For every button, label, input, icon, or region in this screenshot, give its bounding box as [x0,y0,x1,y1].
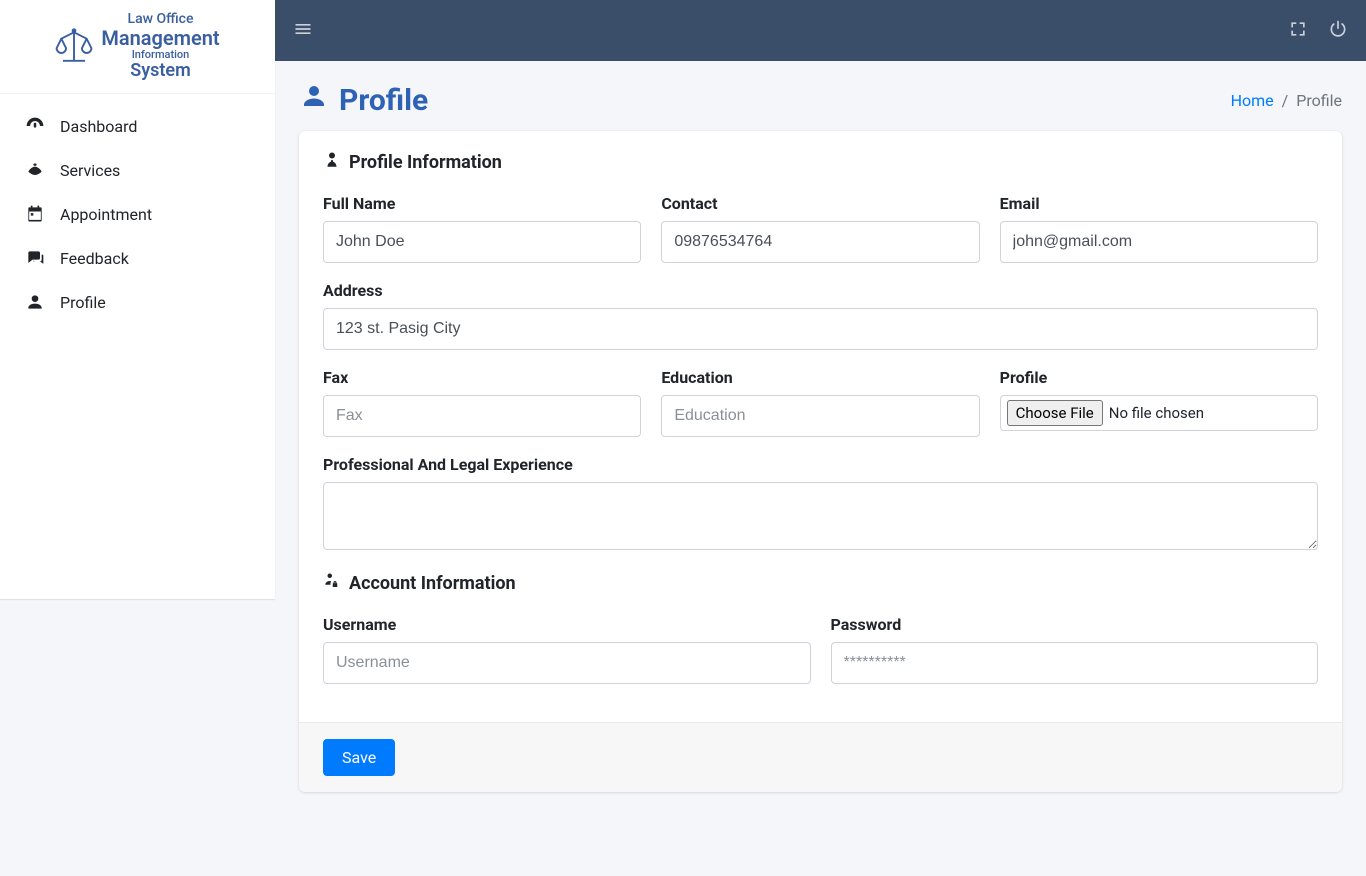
textarea-experience[interactable] [323,482,1318,550]
input-address[interactable] [323,308,1318,350]
brand[interactable]: Law Office Management Information System [0,0,275,94]
services-icon [24,160,46,180]
label-profile: Profile [1000,368,1318,387]
form-group-password: Password [831,615,1319,684]
content-header: Profile Home / Profile [275,61,1366,131]
topbar [275,0,1366,61]
input-contact[interactable] [661,221,979,263]
scales-icon [55,26,93,68]
sidebar-item-label: Appointment [60,205,152,224]
brand-text: Law Office Management Information System [101,12,219,81]
user-icon [299,81,329,119]
form-group-email: Email [1000,194,1318,263]
sidebar-item-dashboard[interactable]: Dashboard [0,104,275,148]
label-address: Address [323,281,1318,300]
breadcrumb: Home / Profile [1231,91,1342,110]
section-account-info: Account Information [323,572,1318,595]
sidebar-item-label: Profile [60,293,106,312]
input-username[interactable] [323,642,811,684]
power-icon[interactable] [1328,19,1348,43]
form-group-contact: Contact [661,194,979,263]
nav: Dashboard Services Appointment Feedback [0,94,275,334]
comments-icon [24,248,46,268]
label-password: Password [831,615,1319,634]
sidebar: Law Office Management Information System… [0,0,275,600]
form-group-education: Education [661,368,979,437]
save-button[interactable]: Save [323,739,395,776]
form-group-profile: Profile Choose File No file chosen [1000,368,1318,437]
breadcrumb-home[interactable]: Home [1231,91,1274,110]
fullscreen-icon[interactable] [1288,19,1308,43]
card-footer: Save [299,722,1342,792]
form-group-fax: Fax [323,368,641,437]
content: Profile Information Full Name Contact Em [275,131,1366,816]
input-fullname[interactable] [323,221,641,263]
dashboard-icon [24,116,46,136]
form-group-experience: Professional And Legal Experience [323,455,1318,554]
breadcrumb-sep: / [1282,91,1289,110]
sidebar-item-profile[interactable]: Profile [0,280,275,324]
user-tie-icon [323,151,341,174]
user-icon [24,292,46,312]
card: Profile Information Full Name Contact Em [299,131,1342,792]
menu-toggle-icon[interactable] [293,19,313,43]
sidebar-item-services[interactable]: Services [0,148,275,192]
form-group-fullname: Full Name [323,194,641,263]
label-experience: Professional And Legal Experience [323,455,1318,474]
page-title: Profile [299,81,428,119]
file-input[interactable]: Choose File No file chosen [1000,395,1318,431]
sidebar-item-feedback[interactable]: Feedback [0,236,275,280]
input-fax[interactable] [323,395,641,437]
user-lock-icon [323,572,341,595]
form-group-address: Address [323,281,1318,350]
file-status-text: No file chosen [1109,404,1204,422]
calendar-icon [24,204,46,224]
label-contact: Contact [661,194,979,213]
label-username: Username [323,615,811,634]
section-profile-info: Profile Information [323,151,1318,174]
breadcrumb-current: Profile [1296,91,1342,110]
form-group-username: Username [323,615,811,684]
input-education[interactable] [661,395,979,437]
main: Profile Home / Profile Profile Informati… [275,0,1366,876]
sidebar-item-label: Dashboard [60,117,137,136]
label-fullname: Full Name [323,194,641,213]
label-fax: Fax [323,368,641,387]
input-email[interactable] [1000,221,1318,263]
sidebar-item-label: Feedback [60,249,129,268]
label-email: Email [1000,194,1318,213]
input-password[interactable] [831,642,1319,684]
choose-file-button[interactable]: Choose File [1007,400,1103,426]
sidebar-item-appointment[interactable]: Appointment [0,192,275,236]
sidebar-item-label: Services [60,161,120,180]
label-education: Education [661,368,979,387]
